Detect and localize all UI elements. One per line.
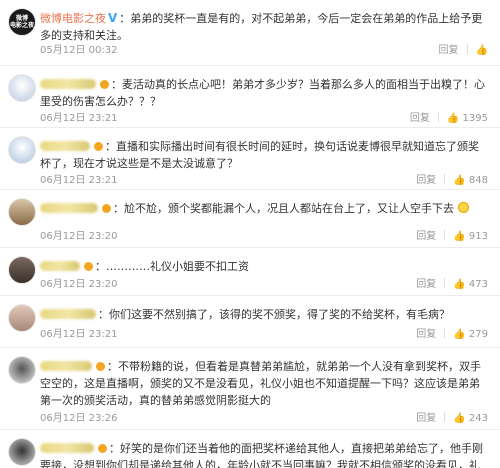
like-count: 913 bbox=[468, 231, 488, 242]
divider bbox=[444, 278, 446, 288]
comment-actions: 回复 👍 1395 bbox=[402, 112, 488, 126]
comment-text: ：麦活动真的长点心吧！弟弟才多少岁？当着那么多人的面相当于出糗了！心里受的伤害怎… bbox=[40, 78, 485, 108]
like-count: 473 bbox=[468, 279, 488, 290]
like-count: 243 bbox=[468, 413, 488, 424]
like-count: 848 bbox=[468, 175, 488, 186]
avatar[interactable] bbox=[8, 198, 36, 226]
timestamp: 06月12日 23:20 bbox=[40, 231, 118, 242]
comment-actions: 回复 👍 243 bbox=[408, 412, 488, 426]
comment-body: 弟弟的奖杯一直是有的，对不起弟弟，今后一定会在弟弟的作品上给予更多的支持和关注。 bbox=[40, 12, 483, 42]
comment-item: ：好笑的是你们还当着他的面把奖杯递给其他人，直接把弟弟给忘了，他手刚要接，没想到… bbox=[0, 430, 500, 468]
divider bbox=[444, 328, 446, 338]
comment-item: ：麦活动真的长点心吧！弟弟才多少岁？当着那么多人的面相当于出糗了！心里受的伤害怎… bbox=[0, 66, 500, 128]
like-button[interactable]: 👍 bbox=[476, 44, 488, 58]
vip-badge-icon bbox=[102, 204, 111, 213]
blurred-username[interactable] bbox=[40, 361, 92, 371]
avatar[interactable] bbox=[8, 256, 36, 284]
weibo-film-night-logo: 微博 电影之夜 bbox=[9, 15, 34, 29]
avatar[interactable] bbox=[8, 304, 36, 332]
like-button[interactable]: 👍 473 bbox=[453, 278, 488, 292]
comment-meta: 06月12日 23:20 回复 👍 913 bbox=[40, 230, 488, 244]
blurred-username[interactable] bbox=[40, 261, 80, 271]
reply-link[interactable]: 回复 bbox=[416, 231, 436, 242]
like-count: 279 bbox=[468, 329, 488, 340]
comment-text: ：尬不尬，颁个奖都能漏个人，况且人都站在台上了，又让人空手下去 bbox=[40, 200, 488, 217]
avatar[interactable] bbox=[8, 136, 36, 164]
comment-item: ：…………礼仪小姐要不扣工资 06月12日 23:20 回复 👍 473 bbox=[0, 248, 500, 296]
comment-text: 微博电影之夜 V ：弟弟的奖杯一直是有的，对不起弟弟，今后一定会在弟弟的作品上给予更… bbox=[40, 11, 483, 42]
comment-text: ：直播和实际播出时间有很长时间的延时，换句话说麦博很早就知道忘了颁奖杯了，现在才… bbox=[40, 140, 479, 170]
comment-actions: 回复 👍 279 bbox=[408, 328, 488, 342]
blurred-username[interactable] bbox=[40, 79, 96, 89]
comment-text: ：好笑的是你们还当着他的面把奖杯递给其他人，直接把弟弟给忘了，他手刚要接，没想到… bbox=[40, 440, 488, 468]
comment-text: ：你们这要不然别搞了，该得的奖不颁奖，得了奖的不给奖杯，有毛病？ bbox=[40, 306, 488, 323]
vip-badge-icon bbox=[100, 80, 109, 89]
divider bbox=[444, 230, 446, 240]
avatar[interactable] bbox=[8, 438, 36, 466]
blurred-username[interactable] bbox=[40, 443, 94, 453]
comment-meta: 06月12日 23:21 回复 👍 848 bbox=[40, 174, 488, 188]
timestamp: 05月12日 00:32 bbox=[40, 45, 118, 56]
like-button[interactable]: 👍 913 bbox=[453, 230, 488, 244]
avatar[interactable] bbox=[8, 74, 36, 102]
timestamp: 06月12日 23:21 bbox=[40, 175, 118, 186]
reply-link[interactable]: 回复 bbox=[439, 45, 459, 56]
comment-meta: 06月12日 23:26 回复 👍 243 bbox=[40, 412, 488, 426]
comment-actions: 回复 👍 913 bbox=[408, 230, 488, 244]
divider bbox=[437, 112, 439, 122]
comment-feed: 微博 电影之夜 微博电影之夜 V ：弟弟的奖杯一直是有的，对不起弟弟，今后一定会在弟弟… bbox=[0, 0, 500, 468]
divider bbox=[466, 44, 468, 54]
timestamp: 06月12日 23:21 bbox=[40, 329, 118, 340]
smile-emoji-icon bbox=[457, 202, 469, 213]
comment-actions: 回复 👍 848 bbox=[408, 174, 488, 188]
comment-meta: 05月12日 00:32 回复 👍 bbox=[40, 44, 488, 58]
like-button[interactable]: 👍 279 bbox=[453, 328, 488, 342]
reply-link[interactable]: 回复 bbox=[416, 279, 436, 290]
blurred-username[interactable] bbox=[40, 203, 98, 213]
comment-body: 你们这要不然别搞了，该得的奖不颁奖，得了奖的不给奖杯，有毛病？ bbox=[109, 308, 450, 321]
vip-badge-icon bbox=[94, 142, 103, 151]
comment-text: ：不带粉籍的说，但看着是真替弟弟尴尬，就弟弟一个人没有拿到奖杯，双手空空的，这是… bbox=[40, 360, 481, 407]
divider bbox=[444, 174, 446, 184]
comment-item: ：尬不尬，颁个奖都能漏个人，况且人都站在台上了，又让人空手下去 06月12日 2… bbox=[0, 190, 500, 248]
comment-text: ：…………礼仪小姐要不扣工资 bbox=[40, 258, 488, 275]
vip-badge-icon bbox=[84, 262, 93, 271]
comment-actions: 回复 👍 bbox=[431, 44, 488, 58]
like-count: 1395 bbox=[462, 113, 488, 124]
username-link[interactable]: 微博电影之夜 bbox=[40, 12, 106, 25]
reply-link[interactable]: 回复 bbox=[410, 113, 430, 124]
comment-body: …………礼仪小姐要不扣工资 bbox=[106, 260, 249, 273]
avatar[interactable] bbox=[8, 356, 36, 384]
comment-meta: 06月12日 23:21 回复 👍 279 bbox=[40, 328, 488, 342]
reply-link[interactable]: 回复 bbox=[416, 413, 436, 424]
like-button[interactable]: 👍 848 bbox=[453, 174, 488, 188]
comment-meta: 06月12日 23:20 回复 👍 473 bbox=[40, 278, 488, 292]
like-button[interactable]: 👍 1395 bbox=[447, 112, 488, 126]
reply-link[interactable]: 回复 bbox=[416, 175, 436, 186]
comment-item: ：不带粉籍的说，但看着是真替弟弟尴尬，就弟弟一个人没有拿到奖杯，双手空空的，这是… bbox=[0, 348, 500, 430]
verified-v-icon: V bbox=[108, 11, 118, 25]
comment-meta: 06月12日 23:21 回复 👍 1395 bbox=[40, 112, 488, 126]
timestamp: 06月12日 23:20 bbox=[40, 279, 118, 290]
blurred-username[interactable] bbox=[40, 309, 96, 319]
timestamp: 06月12日 23:21 bbox=[40, 113, 118, 124]
like-button[interactable]: 👍 243 bbox=[453, 412, 488, 426]
avatar[interactable]: 微博 电影之夜 bbox=[8, 8, 36, 36]
comment-item: 微博 电影之夜 微博电影之夜 V ：弟弟的奖杯一直是有的，对不起弟弟，今后一定会在弟弟… bbox=[0, 0, 500, 66]
reply-link[interactable]: 回复 bbox=[416, 329, 436, 340]
timestamp: 06月12日 23:26 bbox=[40, 413, 118, 424]
blurred-username[interactable] bbox=[40, 141, 90, 151]
comment-body: 尬不尬，颁个奖都能漏个人，况且人都站在台上了，又让人空手下去 bbox=[124, 202, 454, 215]
comment-item: ：你们这要不然别搞了，该得的奖不颁奖，得了奖的不给奖杯，有毛病？ 06月12日 … bbox=[0, 296, 500, 348]
comment-actions: 回复 👍 473 bbox=[408, 278, 488, 292]
vip-badge-icon bbox=[96, 362, 105, 371]
divider bbox=[444, 412, 446, 422]
vip-badge-icon bbox=[98, 444, 107, 453]
comment-item: ：直播和实际播出时间有很长时间的延时，换句话说麦博很早就知道忘了颁奖杯了，现在才… bbox=[0, 128, 500, 190]
